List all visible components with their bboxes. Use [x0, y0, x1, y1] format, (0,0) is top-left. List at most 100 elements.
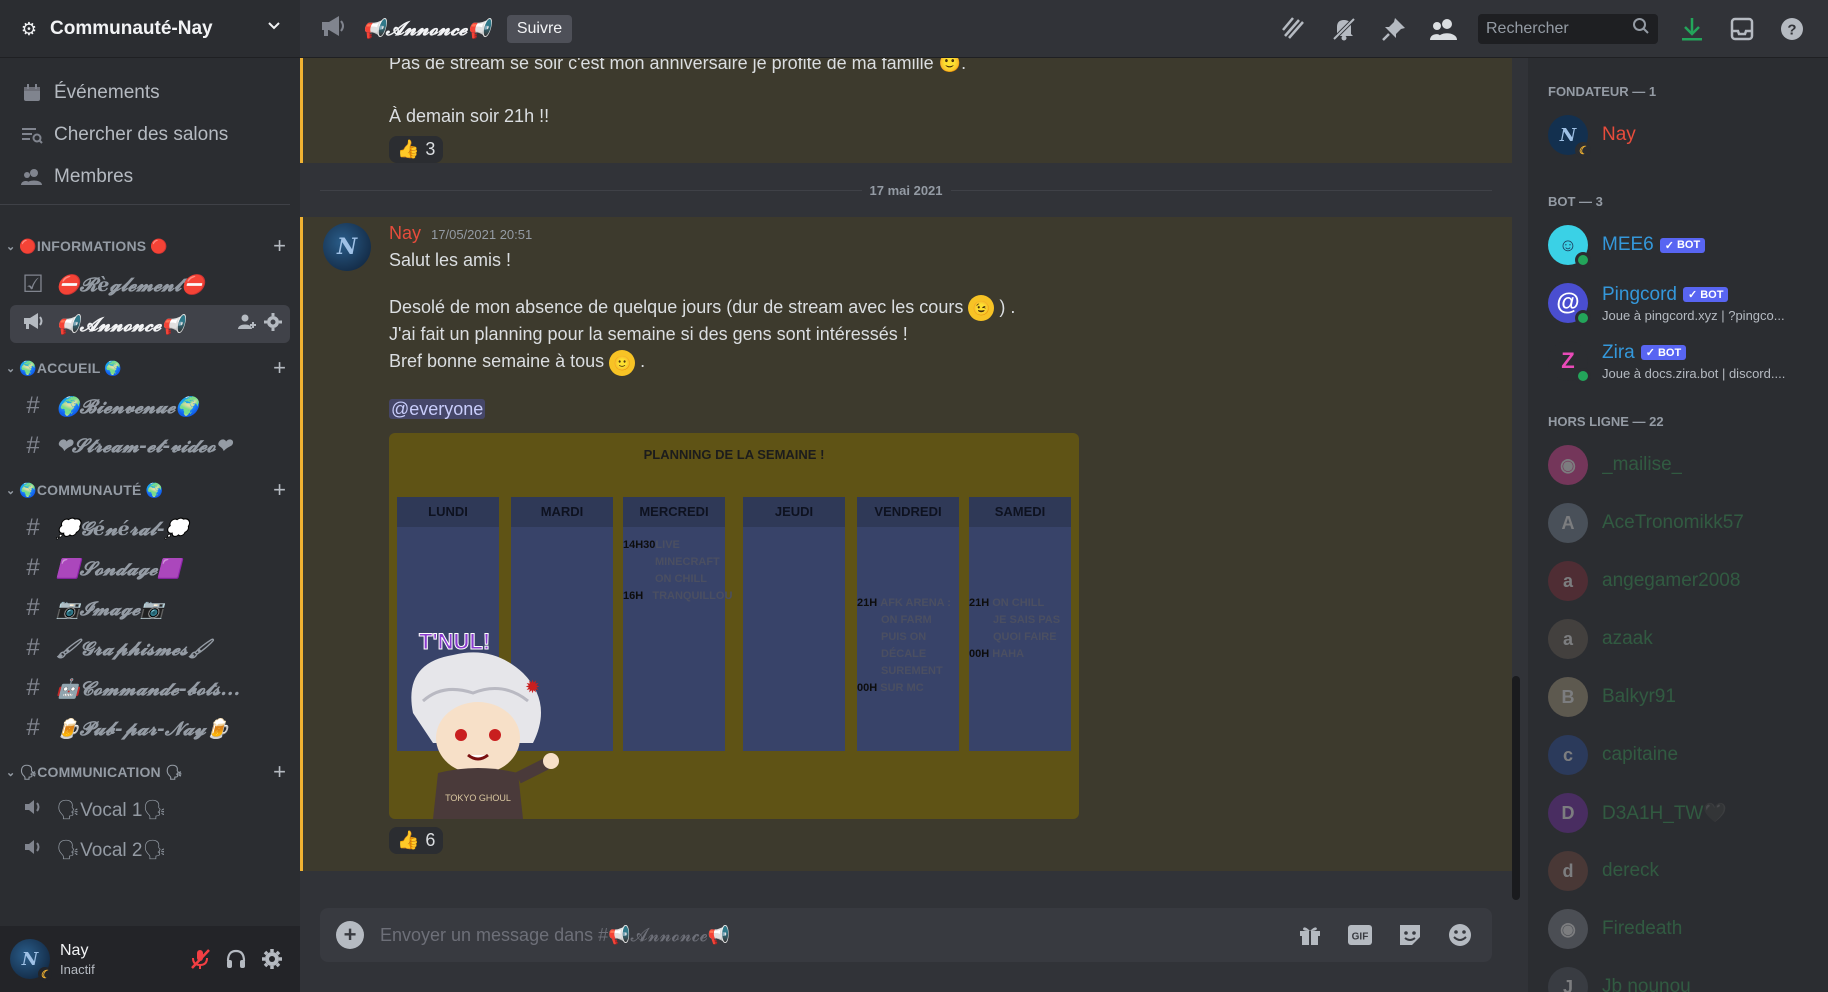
headphones-icon[interactable]: [218, 941, 254, 977]
member-offline[interactable]: a angegamer2008: [1548, 552, 1828, 610]
member-name: _mailise_: [1602, 454, 1683, 475]
channel-graphismes[interactable]: # 🖌𝓖𝓻𝓪𝓹𝓱𝓲𝓼𝓶𝓮𝓼🖌: [10, 629, 290, 667]
member-mee6[interactable]: ☺ MEE6 ✓ BOT: [1548, 216, 1828, 274]
chevron-down-icon: ⌄: [6, 484, 16, 497]
member-offline[interactable]: d dereck: [1548, 842, 1828, 900]
planning-day-header: MARDI: [511, 496, 613, 527]
member-offline[interactable]: ◉ Firedeath: [1548, 900, 1828, 958]
member-offline[interactable]: c capitaine: [1548, 726, 1828, 784]
channel-stream-et-video[interactable]: # ❤𝓢𝓽𝓻𝓮𝓪𝓶-𝓮𝓽-𝓿𝓲𝓭𝓮𝓸❤: [10, 427, 290, 465]
divider-line: [320, 189, 862, 191]
avatar-letter: ☺: [1558, 234, 1578, 255]
category-communaute[interactable]: ⌄ 🌍COMMUNAUTÉ 🌍 +: [0, 473, 300, 507]
channel-image[interactable]: # 📷𝓘𝓶𝓪𝓰𝓮📷: [10, 589, 290, 627]
channel-sidebar: ⚙ Communauté-Nay Événements Chercher des…: [0, 0, 300, 992]
create-channel-plus-icon[interactable]: +: [273, 759, 286, 785]
channel-sondage[interactable]: # 🟪𝓢𝓸𝓷𝓭𝓪𝓰𝓮🟪: [10, 549, 290, 587]
message-input[interactable]: [380, 924, 1276, 946]
gear-icon[interactable]: [264, 312, 282, 336]
anime-sticker-illustration: T'NUL! TOKYO GHOUL ✹: [411, 628, 559, 819]
member-text: D3A1H_TW🖤: [1602, 801, 1727, 825]
follow-button[interactable]: Suivre: [506, 14, 573, 43]
nav-browse-channels[interactable]: Chercher des salons: [10, 114, 280, 156]
planning-day-header: SAMEDI: [969, 496, 1071, 527]
online-status-dot: [1575, 310, 1591, 326]
message-list[interactable]: Pas de stream se soir c'est mon annivers…: [300, 58, 1512, 900]
member-offline[interactable]: ◉ _mailise_: [1548, 436, 1828, 494]
search-input[interactable]: [1486, 19, 1632, 38]
category-label: 🌍COMMUNAUTÉ 🌍: [19, 481, 164, 498]
create-channel-plus-icon[interactable]: +: [273, 477, 286, 503]
notification-muted-icon[interactable]: [1328, 13, 1360, 45]
channel-commande-bots[interactable]: # 🤖𝓒𝓸𝓶𝓶𝓪𝓷𝓭𝓮-𝓫𝓸𝓽𝓼...: [10, 669, 290, 707]
channel-name: 📷𝓘𝓶𝓪𝓰𝓮📷: [56, 597, 164, 620]
user-info[interactable]: Nay Inactif: [60, 942, 182, 977]
nav-members[interactable]: Membres: [10, 156, 280, 198]
member-offline[interactable]: J Jb nounou: [1548, 958, 1828, 992]
member-text: _mailise_: [1602, 454, 1682, 476]
channel-vocal-1[interactable]: 🗣Vocal 1🗣: [10, 791, 290, 829]
avatar: N ☾: [1548, 115, 1591, 158]
channel-vocal-2[interactable]: 🗣Vocal 2🗣: [10, 831, 290, 869]
search-box[interactable]: [1478, 13, 1658, 44]
online-status-dot: [1575, 368, 1591, 384]
channel-pub-par-nay[interactable]: # 🍺𝓟𝓾𝓫-𝓹𝓪𝓻-𝓝𝓪𝔂🍺: [10, 709, 290, 747]
attach-plus-icon[interactable]: +: [336, 921, 364, 949]
help-icon[interactable]: ?: [1776, 13, 1808, 45]
message-author[interactable]: Nay: [389, 223, 421, 244]
reaction-thumbs-up[interactable]: 👍 6: [389, 826, 444, 854]
member-text: dereck: [1602, 860, 1659, 882]
nav-events[interactable]: Événements: [10, 72, 280, 114]
sticker-caption: T'NUL!: [419, 629, 490, 654]
sticker-icon[interactable]: [1394, 919, 1426, 951]
announcement-icon: [320, 14, 348, 43]
category-accueil[interactable]: ⌄ 🌍ACCUEIL 🌍 +: [0, 351, 300, 385]
member-nay[interactable]: N ☾ Nay: [1548, 106, 1828, 164]
channel-reglement[interactable]: ☑ ⛔𝓡è𝓰𝓵𝓮𝓶𝓮𝓷𝓽⛔: [10, 265, 290, 303]
avatar-letter: ◉: [1560, 918, 1576, 939]
pin-icon[interactable]: [1378, 13, 1410, 45]
microphone-muted-icon[interactable]: [182, 941, 218, 977]
message-previous: Pas de stream se soir c'est mon annivers…: [300, 58, 1512, 163]
create-channel-plus-icon[interactable]: +: [273, 355, 286, 381]
channel-bienvenue[interactable]: # 🌍𝓑𝓲𝓮𝓷𝓿𝓮𝓷𝓾𝓮🌍: [10, 387, 290, 425]
member-zira[interactable]: Z Zira ✓ BOT Joue à docs.zira.bot | disco…: [1548, 332, 1828, 390]
member-offline[interactable]: D D3A1H_TW🖤: [1548, 784, 1828, 842]
category-informations[interactable]: ⌄ 🔴INFORMATIONS 🔴 +: [0, 229, 300, 263]
server-header[interactable]: ⚙ Communauté-Nay: [0, 0, 300, 58]
planning-image[interactable]: PLANNING DE LA SEMAINE ! LUNDI MARDI MER…: [389, 432, 1079, 819]
message-text: ) .: [999, 297, 1016, 317]
channel-name: 💭𝓖é𝓷é𝓻𝓪𝓵-💭: [56, 517, 189, 540]
avatar: c: [1548, 735, 1588, 775]
message-scrollbar[interactable]: [1512, 676, 1520, 900]
create-channel-plus-icon[interactable]: +: [273, 233, 286, 259]
member-name: MEE6: [1602, 234, 1654, 255]
member-name: Pingcord: [1602, 283, 1677, 305]
gift-icon[interactable]: [1294, 919, 1326, 951]
invite-user-icon[interactable]: [238, 313, 256, 336]
member-offline[interactable]: a azaak: [1548, 610, 1828, 668]
member-pingcord[interactable]: @ Pingcord ✓ BOT Joue à pingcord.xyz | ?p…: [1548, 274, 1828, 332]
threads-icon[interactable]: [1278, 13, 1310, 45]
channel-general[interactable]: # 💭𝓖é𝓷é𝓻𝓪𝓵-💭: [10, 509, 290, 547]
gif-icon[interactable]: GIF: [1344, 919, 1376, 951]
download-icon[interactable]: [1676, 13, 1708, 45]
hash-icon: #: [26, 392, 40, 419]
user-settings-gear-icon[interactable]: [254, 941, 290, 977]
member-offline[interactable]: B Balkyr91: [1548, 668, 1828, 726]
inbox-icon[interactable]: [1726, 13, 1758, 45]
emoji-picker-icon[interactable]: [1444, 919, 1476, 951]
avatar[interactable]: N ☾: [10, 939, 52, 981]
member-list-icon[interactable]: [1428, 13, 1460, 45]
avatar[interactable]: N: [323, 223, 371, 271]
avatar: B: [1548, 677, 1588, 717]
message-text-line: @everyone: [389, 396, 1512, 423]
channel-header: 📢𝓐𝓷𝓷𝓸𝓷𝓬𝓮📢 Suivre ?: [300, 0, 1828, 58]
channel-annonce[interactable]: 📢𝓐𝓷𝓷𝓸𝓷𝓬𝓮📢: [10, 305, 290, 343]
category-communication[interactable]: ⌄ 🗣COMMUNICATION 🗣 +: [0, 755, 300, 789]
everyone-mention[interactable]: @everyone: [389, 398, 486, 419]
date-divider: 17 mai 2021: [300, 163, 1512, 217]
hash-icon: #: [26, 674, 40, 701]
reaction-thumbs-up[interactable]: 👍 3: [389, 136, 444, 163]
member-offline[interactable]: A AceTronomikk57: [1548, 494, 1828, 552]
